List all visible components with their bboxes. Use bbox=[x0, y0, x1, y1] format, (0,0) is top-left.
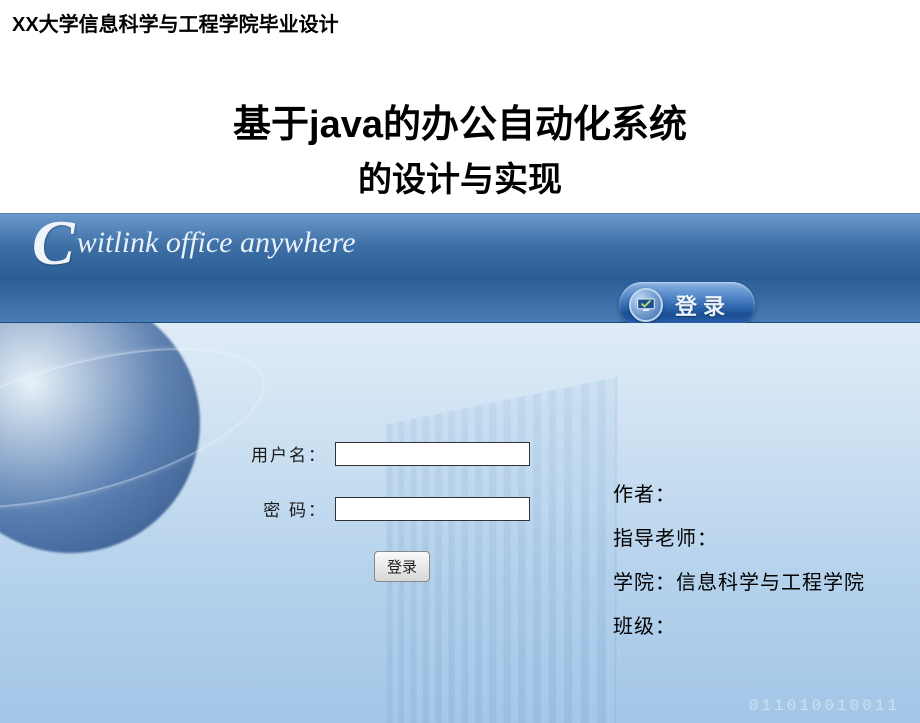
slogan-text: witlink office anywhere bbox=[77, 226, 356, 260]
login-form: 用户名： 密 码： 登录 bbox=[250, 441, 560, 582]
author-info: 作者： 指导老师： 学院：信息科学与工程学院 班级： bbox=[613, 473, 865, 649]
slogan-cap: C bbox=[32, 222, 75, 264]
author-label: 作者： bbox=[613, 484, 676, 506]
advisor-row: 指导老师： bbox=[613, 517, 865, 561]
title-line-2: 的设计与实现 bbox=[0, 152, 920, 201]
username-input[interactable] bbox=[335, 442, 530, 466]
banner: C witlink office anywhere 登录 bbox=[0, 213, 920, 323]
author-row: 作者： bbox=[613, 473, 865, 517]
password-input[interactable] bbox=[335, 497, 530, 521]
username-row: 用户名： bbox=[250, 441, 560, 466]
username-label: 用户名： bbox=[250, 441, 335, 466]
institution-heading: XX大学信息科学与工程学院毕业设计 bbox=[0, 0, 920, 45]
advisor-label: 指导老师： bbox=[613, 528, 718, 550]
banner-login-button[interactable]: 登录 bbox=[619, 282, 755, 328]
password-row: 密 码： bbox=[250, 496, 560, 521]
main-title: 基于java的办公自动化系统 的设计与实现 bbox=[0, 93, 920, 201]
login-submit-button[interactable]: 登录 bbox=[374, 551, 430, 582]
college-label: 学院： bbox=[613, 572, 676, 594]
class-label: 班级： bbox=[613, 616, 676, 638]
title-line-1: 基于java的办公自动化系统 bbox=[0, 93, 920, 148]
college-row: 学院：信息科学与工程学院 bbox=[613, 561, 865, 605]
password-label: 密 码： bbox=[250, 496, 335, 521]
binary-digits-decoration: 011010010011 bbox=[749, 697, 900, 715]
class-row: 班级： bbox=[613, 605, 865, 649]
monitor-check-icon bbox=[629, 288, 663, 322]
college-value: 信息科学与工程学院 bbox=[676, 572, 865, 594]
banner-login-label: 登录 bbox=[675, 289, 731, 321]
content-area: 用户名： 密 码： 登录 作者： 指导老师： 学院：信息科学与工程学院 班级： … bbox=[0, 323, 920, 723]
brand-slogan: C witlink office anywhere bbox=[32, 222, 356, 264]
